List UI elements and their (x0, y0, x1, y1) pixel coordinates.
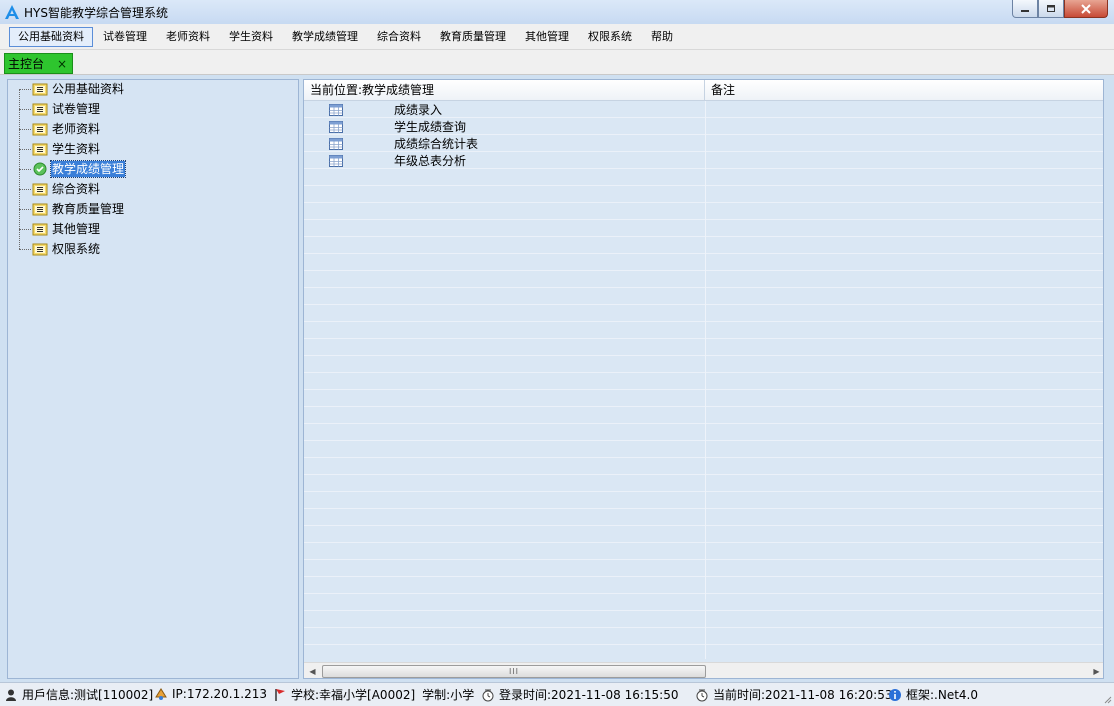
menu-item-help[interactable]: 帮助 (642, 27, 682, 47)
tab-label: 主控台 (8, 57, 45, 71)
grid-row-label: 年级总表分析 (394, 154, 467, 168)
flag-icon (272, 687, 288, 703)
status-login-time: 登录时间:2021-11-08 16:15:50 (480, 686, 679, 703)
tree-item-grade-management[interactable]: 教学成绩管理 (19, 160, 127, 178)
network-icon (153, 686, 169, 702)
status-current-time: 当前时间:2021-11-08 16:20:53 (694, 686, 893, 703)
tree-item-label: 综合资料 (52, 182, 101, 196)
folder-icon (32, 243, 48, 256)
close-button[interactable] (1064, 0, 1108, 18)
close-icon (1081, 3, 1091, 14)
tree-item-label: 试卷管理 (52, 102, 101, 116)
column-divider (705, 101, 706, 659)
folder-icon (32, 203, 48, 216)
menu-item-permission-system[interactable]: 权限系统 (579, 27, 641, 47)
clock-icon (694, 687, 710, 703)
column-header-remark[interactable]: 备注 (705, 80, 1103, 100)
tree-item-label: 公用基础资料 (52, 82, 125, 96)
maximize-icon (1047, 5, 1055, 12)
table-icon (329, 137, 343, 150)
tree-item-comprehensive-data[interactable]: 综合资料 (19, 180, 101, 198)
tree-item-label: 教学成绩管理 (49, 160, 127, 178)
menu-item-teacher-data[interactable]: 老师资料 (157, 27, 219, 47)
minimize-button[interactable] (1012, 0, 1038, 18)
folder-icon (32, 143, 48, 156)
tree-item-exam-paper-management[interactable]: 试卷管理 (19, 100, 101, 118)
grid-row-student-score-query[interactable]: 学生成绩查询 (304, 118, 705, 135)
column-header-location[interactable]: 当前位置:教学成绩管理 (304, 80, 705, 100)
status-framework: 框架:.Net4.0 (887, 686, 978, 703)
table-icon (329, 120, 343, 133)
title-bar: HYS智能教学综合管理系统 (0, 0, 1114, 24)
clock-icon (480, 687, 496, 703)
folder-icon (32, 223, 48, 236)
user-icon (3, 687, 19, 703)
menu-item-grade-management[interactable]: 教学成绩管理 (283, 27, 367, 47)
tab-main-console[interactable]: 主控台 × (4, 53, 73, 74)
app-logo-icon (4, 4, 20, 20)
grid-row-label: 成绩综合统计表 (394, 137, 479, 151)
folder-icon (32, 83, 48, 96)
tree-item-other-management[interactable]: 其他管理 (19, 220, 101, 238)
grid-body (304, 101, 1103, 659)
minimize-icon (1021, 9, 1029, 12)
tree-item-public-basic-data[interactable]: 公用基础资料 (19, 80, 125, 98)
status-ip: IP:172.20.1.213 (153, 686, 267, 702)
table-icon (329, 103, 343, 116)
table-icon (329, 154, 343, 167)
scrollbar-thumb[interactable]: III (322, 665, 706, 678)
grid-row-score-entry[interactable]: 成绩录入 (304, 101, 705, 118)
status-ip-text: IP:172.20.1.213 (172, 687, 267, 701)
tree-item-permission-system[interactable]: 权限系统 (19, 240, 101, 258)
status-bar: 用戶信息:测试[110002] IP:172.20.1.213 学校:幸福小学[… (0, 682, 1114, 706)
tree-item-label: 学生资料 (52, 142, 101, 156)
status-framework-text: 框架:.Net4.0 (906, 688, 979, 702)
scroll-left-icon[interactable]: ◀ (304, 663, 321, 678)
menu-item-public-basic-data[interactable]: 公用基础资料 (9, 26, 93, 47)
status-school: 学校:幸福小学[A0002] 学制:小学 (272, 686, 474, 703)
menu-item-exam-paper-management[interactable]: 试卷管理 (94, 27, 156, 47)
tree-item-teacher-data[interactable]: 老师资料 (19, 120, 101, 138)
status-user: 用戶信息:测试[110002] (3, 686, 153, 703)
grid-row-label: 成绩录入 (394, 103, 443, 117)
scroll-right-icon[interactable]: ▶ (1088, 663, 1103, 678)
grid-row-grade-summary-analysis[interactable]: 年级总表分析 (304, 152, 705, 169)
menu-item-comprehensive-data[interactable]: 综合资料 (368, 27, 430, 47)
tree-item-label: 教育质量管理 (52, 202, 125, 216)
horizontal-scrollbar[interactable]: ◀ III ▶ (304, 662, 1103, 678)
window-controls (1012, 0, 1108, 18)
status-school-text: 学校:幸福小学[A0002] (291, 688, 416, 702)
window-title: HYS智能教学综合管理系统 (24, 5, 168, 20)
status-user-text: 用戶信息:测试[110002] (22, 688, 154, 702)
tree-item-student-data[interactable]: 学生资料 (19, 140, 101, 158)
menu-item-student-data[interactable]: 学生资料 (220, 27, 282, 47)
folder-icon (32, 123, 48, 136)
grid-row-label: 学生成绩查询 (394, 120, 467, 134)
status-school-system-text: 学制:小学 (422, 688, 475, 702)
folder-icon (32, 183, 48, 196)
grid-row-score-statistics[interactable]: 成绩综合统计表 (304, 135, 705, 152)
tree-item-label: 老师资料 (52, 122, 101, 136)
menu-item-other-management[interactable]: 其他管理 (516, 27, 578, 47)
menu-bar: 公用基础资料 试卷管理 老师资料 学生资料 教学成绩管理 综合资料 教育质量管理… (0, 24, 1114, 50)
check-circle-icon (33, 162, 47, 176)
tab-close-icon[interactable]: × (57, 57, 67, 71)
tree-item-label: 其他管理 (52, 222, 101, 236)
tree-item-label: 权限系统 (52, 242, 101, 256)
tab-strip: 主控台 × (0, 50, 1114, 75)
status-current-time-text: 当前时间:2021-11-08 16:20:53 (713, 688, 893, 702)
main-content: 公用基础资料 试卷管理 老师资料 学生资料 教学成绩管理 综合资料 教育质量管理… (0, 75, 1114, 682)
tree-item-education-quality[interactable]: 教育质量管理 (19, 200, 125, 218)
resize-grip-icon[interactable] (1102, 694, 1112, 704)
menu-item-education-quality[interactable]: 教育质量管理 (431, 27, 515, 47)
status-login-time-text: 登录时间:2021-11-08 16:15:50 (499, 688, 679, 702)
navigation-tree: 公用基础资料 试卷管理 老师资料 学生资料 教学成绩管理 综合资料 教育质量管理… (7, 79, 299, 679)
folder-icon (32, 103, 48, 116)
grid-header: 当前位置:教学成绩管理 备注 (304, 80, 1103, 101)
info-icon (887, 687, 903, 703)
function-grid: 当前位置:教学成绩管理 备注 成绩录入 学生成绩查询 成绩综合统计表 年级总表分… (303, 79, 1104, 679)
maximize-button[interactable] (1038, 0, 1064, 18)
